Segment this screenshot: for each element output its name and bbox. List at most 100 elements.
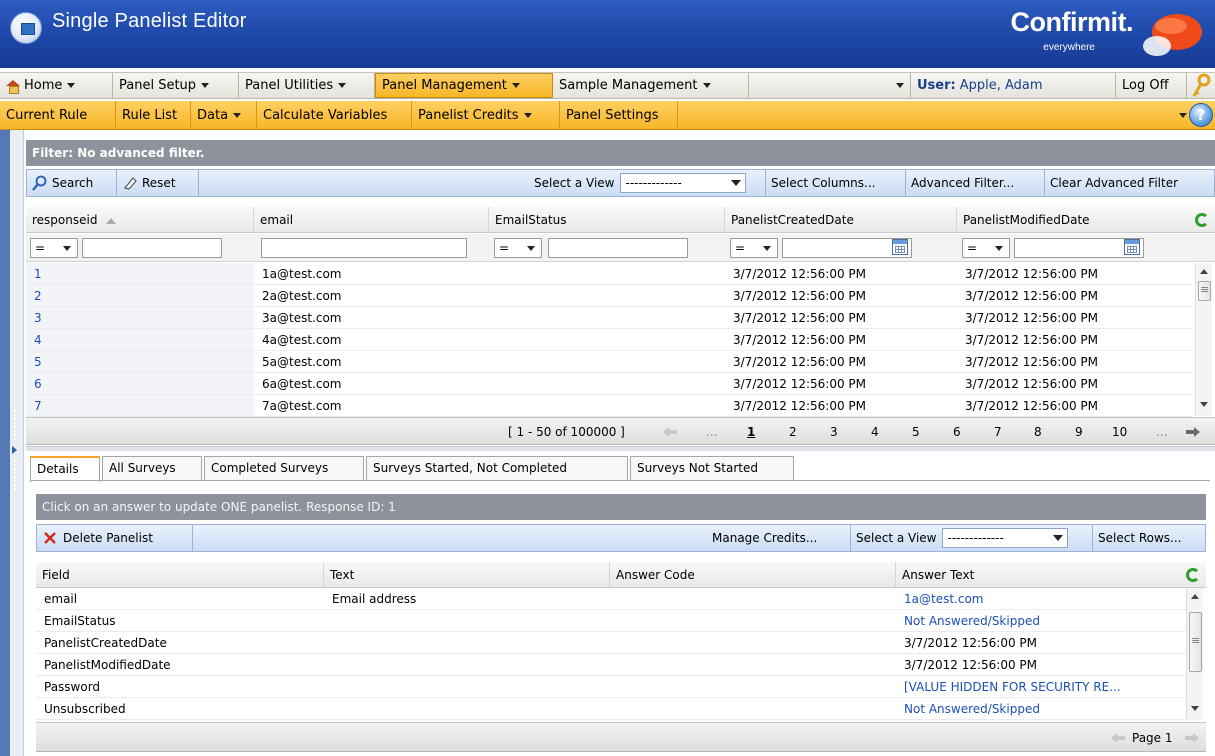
select-view-dropdown[interactable]: ------------- [620, 173, 747, 193]
column-header-text[interactable]: Text [324, 562, 610, 587]
cell-modifieddate[interactable]: 3/7/2012 12:56:00 PM [957, 263, 1192, 284]
cell-createddate[interactable]: 3/7/2012 12:56:00 PM [725, 329, 957, 350]
cell-emailstatus[interactable] [489, 373, 725, 394]
page-link-4[interactable]: 4 [871, 418, 879, 446]
cell-emailstatus[interactable] [489, 329, 725, 350]
cell-email[interactable]: 3a@test.com [254, 307, 489, 328]
refresh-icon[interactable] [1195, 213, 1209, 227]
column-header-email[interactable]: email [254, 207, 489, 232]
cell-modifieddate[interactable]: 3/7/2012 12:56:00 PM [957, 329, 1192, 350]
cell-responseid[interactable]: 4 [26, 329, 254, 350]
cell-createddate[interactable]: 3/7/2012 12:56:00 PM [725, 373, 957, 394]
page-link-3[interactable]: 3 [830, 418, 838, 446]
cell-emailstatus[interactable] [489, 395, 725, 416]
tab-surveys-not-started[interactable]: Surveys Not Started [630, 456, 794, 481]
clear-advanced-filter-button[interactable]: Clear Advanced Filter [1045, 170, 1214, 196]
cell-emailstatus[interactable] [489, 351, 725, 372]
cell-modifieddate[interactable]: 3/7/2012 12:56:00 PM [957, 351, 1192, 372]
expand-arrow-icon[interactable] [12, 446, 17, 454]
column-header-answer-text[interactable]: Answer Text [896, 562, 1180, 587]
page-link-6[interactable]: 6 [953, 418, 961, 446]
menu-panelist-credits[interactable]: Panelist Credits [412, 101, 560, 129]
cell-responseid[interactable]: 6 [26, 373, 254, 394]
table-row[interactable]: 7 7a@test.com 3/7/2012 12:56:00 PM 3/7/2… [26, 395, 1192, 417]
cell-email[interactable]: 2a@test.com [254, 285, 489, 306]
tab-all-surveys[interactable]: All Surveys [102, 456, 202, 481]
tab-surveys-started-not-completed[interactable]: Surveys Started, Not Completed [366, 456, 628, 481]
menu-calculate-variables[interactable]: Calculate Variables [257, 101, 412, 129]
details-select-view-dropdown[interactable]: ------------- [942, 528, 1069, 548]
cell-responseid[interactable]: 3 [26, 307, 254, 328]
cell-emailstatus[interactable] [489, 285, 725, 306]
column-header-responseid[interactable]: responseid [26, 207, 254, 232]
next-page-icon[interactable] [1185, 426, 1201, 438]
next-page-icon[interactable] [1184, 732, 1200, 744]
tab-details[interactable]: Details [30, 456, 100, 482]
table-row[interactable]: 1 1a@test.com 3/7/2012 12:56:00 PM 3/7/2… [26, 263, 1192, 285]
menu-rule-list[interactable]: Rule List [116, 101, 191, 129]
cell-answer-text[interactable]: 1a@test.com [896, 588, 1186, 609]
prev-page-icon[interactable] [662, 426, 678, 438]
key-icon[interactable] [1191, 73, 1213, 99]
cell-answer-text[interactable]: 3/7/2012 12:56:00 PM [896, 632, 1186, 653]
calendar-icon[interactable] [1124, 239, 1140, 255]
table-row[interactable]: EmailStatus Not Answered/Skipped [36, 610, 1186, 632]
cell-emailstatus[interactable] [489, 307, 725, 328]
menu-overflow-dropdown[interactable] [1168, 101, 1188, 129]
table-row[interactable]: 2 2a@test.com 3/7/2012 12:56:00 PM 3/7/2… [26, 285, 1192, 307]
page-link-9[interactable]: 9 [1075, 418, 1083, 446]
cell-responseid[interactable]: 5 [26, 351, 254, 372]
cell-email[interactable]: 6a@test.com [254, 373, 489, 394]
cell-createddate[interactable]: 3/7/2012 12:56:00 PM [725, 263, 957, 284]
cell-emailstatus[interactable] [489, 263, 725, 284]
cell-email[interactable]: 7a@test.com [254, 395, 489, 416]
filter-input-email[interactable] [261, 238, 467, 258]
cell-createddate[interactable]: 3/7/2012 12:56:00 PM [725, 351, 957, 372]
scroll-thumb[interactable] [1189, 612, 1202, 672]
table-row[interactable]: PanelistModifiedDate 3/7/2012 12:56:00 P… [36, 654, 1186, 676]
cell-email[interactable]: 4a@test.com [254, 329, 489, 350]
cell-email[interactable]: 1a@test.com [254, 263, 489, 284]
horizontal-splitter[interactable] [26, 446, 1215, 451]
cell-modifieddate[interactable]: 3/7/2012 12:56:00 PM [957, 395, 1192, 416]
table-row[interactable]: 5 5a@test.com 3/7/2012 12:56:00 PM 3/7/2… [26, 351, 1192, 373]
prev-page-icon[interactable] [1110, 732, 1126, 744]
cell-responseid[interactable]: 7 [26, 395, 254, 416]
column-header-panelistcreateddate[interactable]: PanelistCreatedDate [725, 207, 957, 232]
advanced-filter-button[interactable]: Advanced Filter... [906, 170, 1045, 196]
menu-panel-setup[interactable]: Panel Setup [113, 73, 239, 98]
details-scrollbar[interactable] [1186, 588, 1203, 720]
scroll-down-icon[interactable] [1191, 706, 1199, 711]
page-link-10[interactable]: 10 [1112, 418, 1127, 446]
cell-modifieddate[interactable]: 3/7/2012 12:56:00 PM [957, 285, 1192, 306]
cell-answer-text[interactable]: Not Answered/Skipped [896, 698, 1186, 719]
column-header-answer-code[interactable]: Answer Code [610, 562, 896, 587]
page-link-8[interactable]: 8 [1034, 418, 1042, 446]
table-row[interactable]: 6 6a@test.com 3/7/2012 12:56:00 PM 3/7/2… [26, 373, 1192, 395]
scroll-up-icon[interactable] [1200, 269, 1208, 274]
page-link-7[interactable]: 7 [994, 418, 1002, 446]
cell-email[interactable]: 5a@test.com [254, 351, 489, 372]
menu-home[interactable]: Home [0, 73, 113, 98]
filter-operator-createddate[interactable]: = [730, 238, 778, 258]
select-rows-button[interactable]: Select Rows... [1093, 525, 1205, 551]
cell-createddate[interactable]: 3/7/2012 12:56:00 PM [725, 395, 957, 416]
table-row[interactable]: PanelistCreatedDate 3/7/2012 12:56:00 PM [36, 632, 1186, 654]
filter-input-responseid[interactable] [82, 238, 222, 258]
menu-panel-utilities[interactable]: Panel Utilities [239, 73, 375, 98]
table-row[interactable]: 3 3a@test.com 3/7/2012 12:56:00 PM 3/7/2… [26, 307, 1192, 329]
filter-operator-modifieddate[interactable]: = [962, 238, 1010, 258]
scroll-thumb[interactable] [1198, 281, 1211, 301]
cell-createddate[interactable]: 3/7/2012 12:56:00 PM [725, 307, 957, 328]
refresh-icon[interactable] [1186, 568, 1200, 582]
menu-panel-management[interactable]: Panel Management [375, 73, 553, 98]
table-row[interactable]: email Email address 1a@test.com [36, 588, 1186, 610]
filter-operator-responseid[interactable]: = [30, 238, 78, 258]
help-icon[interactable]: ? [1189, 103, 1213, 127]
left-splitter[interactable] [10, 130, 24, 756]
tab-completed-surveys[interactable]: Completed Surveys [204, 456, 364, 481]
table-row[interactable]: 4 4a@test.com 3/7/2012 12:56:00 PM 3/7/2… [26, 329, 1192, 351]
log-off-button[interactable]: Log Off [1116, 73, 1187, 98]
cell-modifieddate[interactable]: 3/7/2012 12:56:00 PM [957, 307, 1192, 328]
table-row[interactable]: Password [VALUE HIDDEN FOR SECURITY RE..… [36, 676, 1186, 698]
